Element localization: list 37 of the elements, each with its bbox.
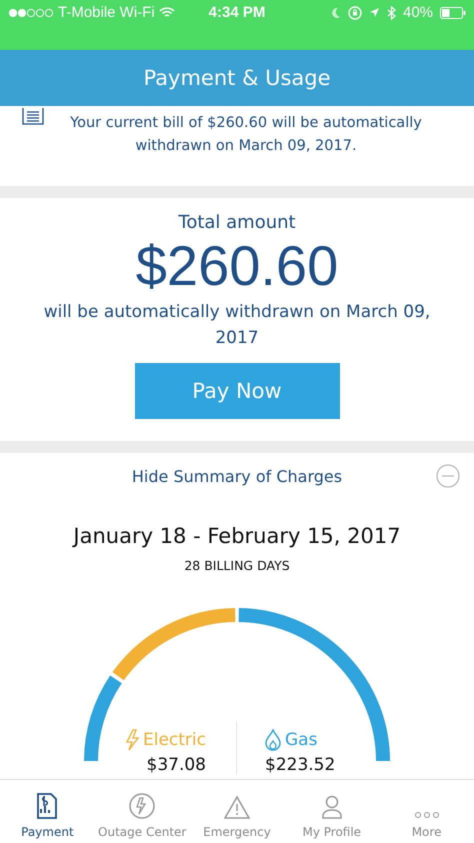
bill-chart-icon [36, 793, 58, 819]
wifi-icon [158, 6, 175, 18]
billing-period: January 18 - February 15, 2017 [73, 524, 401, 548]
lightning-icon [125, 729, 139, 751]
lightning-circle-icon [129, 793, 156, 819]
moon-icon [330, 6, 341, 18]
flame-icon [265, 729, 281, 751]
tab-bar-item[interactable]: More [379, 780, 474, 843]
clock-time: 4:34 PM [208, 4, 266, 21]
page-title: Payment & Usage [143, 66, 331, 90]
tab-bar-item[interactable]: Payment [0, 780, 95, 843]
battery-icon [440, 6, 466, 18]
collapse-icon[interactable] [436, 464, 460, 488]
location-arrow-icon [368, 7, 380, 18]
warning-icon [224, 795, 250, 819]
summary-toggle[interactable]: Hide Summary of Charges [132, 467, 342, 486]
total-label: Total amount [178, 212, 296, 233]
more-icon [414, 811, 440, 819]
carrier-name: T-Mobile Wi-Fi [58, 4, 155, 21]
rotation-lock-icon [348, 6, 362, 20]
tab-bar-item[interactable]: My Profile [284, 780, 380, 843]
bill-notice: Your current bill of $260.60 will be automatically withdrawn on March 09, 2017. [69, 114, 423, 156]
charge-amount: $37.08 [146, 755, 206, 775]
bluetooth-icon [386, 6, 396, 20]
withdrawal-note: will be automatically withdrawn on March 09, 2017 [42, 301, 432, 350]
charge-amount: $223.52 [265, 755, 336, 775]
tab-bar-item[interactable]: Emergency [190, 780, 284, 843]
charge-name: Gas [285, 730, 318, 750]
person-icon [320, 795, 343, 819]
tab-bar-item[interactable]: Outage Center [94, 780, 190, 843]
signal-icon [8, 8, 54, 18]
document-icon [22, 108, 44, 126]
charge-name: Electric [143, 730, 206, 750]
pay-now-button[interactable]: Pay Now [134, 363, 340, 419]
total-amount: $260.60 [136, 233, 338, 299]
billing-days: 28 BILLING DAYS [184, 558, 290, 573]
battery-percent: 40% [402, 4, 434, 21]
